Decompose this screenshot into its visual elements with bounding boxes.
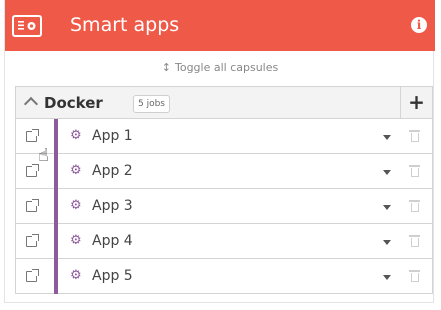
plus-icon: + (408, 90, 425, 114)
row-color-bar (54, 154, 58, 189)
panel-header: Smart apps i (5, 0, 435, 51)
gears-icon: ⚙ (70, 163, 82, 178)
up-down-arrow-icon: ↕ (161, 61, 171, 74)
app-label[interactable]: App 4 (92, 232, 133, 250)
chevron-up-icon[interactable] (23, 96, 39, 112)
app-row: ⚙ App 5 (16, 259, 432, 294)
docker-capsule: Docker 5 jobs + ⚙ App 1 ⚙ App 2 ⚙ App 3 … (15, 86, 433, 294)
toggle-all-capsules-link[interactable]: ↕ Toggle all capsules (5, 61, 435, 75)
gears-icon: ⚙ (70, 233, 82, 248)
trash-icon[interactable] (409, 129, 420, 143)
app-row: ⚙ App 3 (16, 189, 432, 224)
desktop-monitor-icon (12, 15, 42, 37)
row-color-bar (54, 224, 58, 259)
gears-icon: ⚙ (70, 198, 82, 213)
app-label[interactable]: App 3 (92, 197, 133, 215)
dropdown-caret-icon[interactable] (383, 205, 391, 210)
trash-icon[interactable] (409, 199, 420, 213)
dropdown-caret-icon[interactable] (383, 135, 391, 140)
row-color-bar (54, 259, 58, 294)
dropdown-caret-icon[interactable] (383, 275, 391, 280)
app-label[interactable]: App 1 (92, 127, 133, 145)
capsule-title: Docker (44, 94, 103, 112)
trash-icon[interactable] (409, 164, 420, 178)
external-link-icon[interactable] (26, 164, 39, 177)
app-row: ⚙ App 1 (16, 119, 432, 154)
toggle-all-label: Toggle all capsules (174, 61, 279, 74)
hand-pointer-cursor-icon: ☝ (38, 145, 49, 166)
trash-icon[interactable] (409, 234, 420, 248)
app-label[interactable]: App 5 (92, 267, 133, 285)
page-title: Smart apps (70, 14, 180, 36)
trash-icon[interactable] (409, 269, 420, 283)
info-icon[interactable]: i (411, 17, 427, 33)
app-label[interactable]: App 2 (92, 162, 133, 180)
dropdown-caret-icon[interactable] (383, 170, 391, 175)
smart-apps-panel: Smart apps i ↕ Toggle all capsules Docker… (4, 0, 435, 303)
app-row: ⚙ App 4 (16, 224, 432, 259)
dropdown-caret-icon[interactable] (383, 240, 391, 245)
capsule-header[interactable]: Docker 5 jobs + (16, 87, 432, 119)
external-link-icon[interactable] (26, 129, 39, 142)
gears-icon: ⚙ (70, 128, 82, 143)
external-link-icon[interactable] (26, 269, 39, 282)
add-app-button[interactable]: + (400, 87, 432, 118)
external-link-icon[interactable] (26, 199, 39, 212)
app-row: ⚙ App 2 (16, 154, 432, 189)
jobs-count-badge: 5 jobs (133, 95, 170, 113)
row-color-bar (54, 189, 58, 224)
row-color-bar (54, 119, 58, 154)
gears-icon: ⚙ (70, 268, 82, 283)
external-link-icon[interactable] (26, 234, 39, 247)
